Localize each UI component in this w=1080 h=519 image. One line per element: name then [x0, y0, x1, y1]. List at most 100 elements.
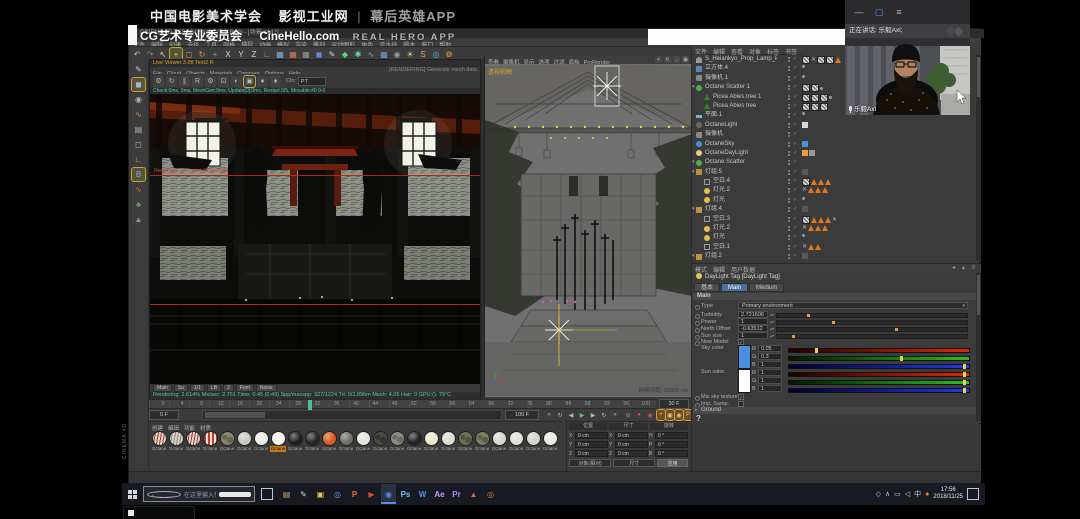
- enabled-check-icon[interactable]: ✓: [793, 121, 797, 130]
- channel-gradient-slider[interactable]: [788, 348, 970, 353]
- tag-icon[interactable]: [802, 75, 805, 78]
- live-viewer-title[interactable]: Live Viewer 3.08 Test2 R: [150, 60, 480, 67]
- cycle-button[interactable]: ↻: [599, 410, 609, 420]
- timeline-playhead[interactable]: [308, 400, 312, 410]
- tag-icon[interactable]: [802, 112, 805, 115]
- up-arrow-icon[interactable]: ▴: [960, 264, 967, 271]
- coordinate-field[interactable]: 0 cm: [615, 450, 648, 457]
- channel-gradient-slider[interactable]: [788, 380, 970, 385]
- tag-icon[interactable]: [802, 197, 805, 200]
- lv-lock-icon[interactable]: ⊡: [218, 76, 229, 87]
- visibility-dots-icon[interactable]: [788, 245, 790, 247]
- key-scale-toggle[interactable]: ▣: [666, 410, 674, 420]
- tag-list[interactable]: [802, 84, 823, 92]
- enabled-check-icon[interactable]: ✓: [793, 224, 797, 233]
- octane-tag-icon[interactable]: [815, 244, 821, 250]
- channel-value-field[interactable]: 1: [758, 361, 782, 368]
- visibility-dots-icon[interactable]: [788, 170, 790, 172]
- tag-list[interactable]: [802, 75, 805, 78]
- object-row[interactable]: OctaneDayLight ✓: [692, 149, 976, 158]
- coordinate-field[interactable]: 0 cm: [575, 450, 608, 457]
- channel-value-field[interactable]: 1: [758, 377, 782, 384]
- lv-region-icon[interactable]: ◐: [231, 76, 242, 87]
- tag-icon[interactable]: [802, 122, 808, 128]
- material-item[interactable]: Octane: [321, 431, 337, 452]
- param-slider[interactable]: [776, 320, 968, 325]
- material-item[interactable]: Octane: [542, 431, 558, 452]
- material-item[interactable]: Octane: [253, 431, 269, 452]
- enabled-check-icon[interactable]: ✓: [793, 215, 797, 224]
- visibility-dots-icon[interactable]: [788, 66, 790, 68]
- visibility-dots-icon[interactable]: [788, 235, 790, 237]
- material-item[interactable]: Octane: [287, 431, 303, 452]
- coordinate-field[interactable]: 0 °: [655, 441, 688, 448]
- param-slider[interactable]: [776, 327, 968, 332]
- lv-reset-icon[interactable]: R: [192, 76, 203, 87]
- attribute-scrollbar[interactable]: [976, 273, 981, 421]
- app-acrobat[interactable]: ▲: [466, 484, 481, 504]
- goto-start-button[interactable]: «: [544, 410, 554, 420]
- material-tag-icon[interactable]: [811, 84, 819, 92]
- coordinate-field[interactable]: 0 cm: [575, 432, 608, 439]
- back-arrow-icon[interactable]: ◂: [950, 264, 957, 271]
- coordinate-field[interactable]: 0 cm: [615, 432, 648, 439]
- lv-material-pick-icon[interactable]: ♦: [270, 76, 281, 87]
- kernel-dropdown[interactable]: PT: [298, 77, 326, 86]
- lv-options-gear-icon[interactable]: ⚙: [205, 76, 216, 87]
- object-row[interactable]: 空白.4 ✓: [692, 177, 976, 186]
- tag-list[interactable]: [802, 94, 832, 102]
- tag-list[interactable]: [802, 112, 805, 115]
- material-tag-icon[interactable]: [820, 94, 828, 102]
- type-dropdown[interactable]: Primary environment▾: [738, 302, 968, 309]
- menu-item[interactable]: 尺寸: [609, 423, 647, 430]
- enabled-check-icon[interactable]: ✓: [793, 102, 797, 111]
- param-value-field[interactable]: 1: [738, 318, 768, 325]
- material-item[interactable]: Octane: [525, 431, 541, 452]
- material-tag-icon[interactable]: [802, 103, 810, 111]
- attribute-tab[interactable]: Medium: [749, 283, 784, 292]
- coordinate-field[interactable]: 0 cm: [575, 441, 608, 448]
- material-item[interactable]: Octane: [151, 431, 167, 452]
- section-header[interactable]: Main: [693, 293, 980, 300]
- brush-tool-icon[interactable]: B: [132, 168, 145, 181]
- pass-tab[interactable]: 1/1: [190, 384, 205, 392]
- tag-list[interactable]: [802, 206, 808, 212]
- object-row[interactable]: ▾ Octane Scatter ✓: [692, 158, 976, 167]
- octane-tag-icon[interactable]: [808, 187, 814, 193]
- app-file-explorer[interactable]: ▣: [313, 484, 328, 504]
- object-row[interactable]: 空白.3 ✓ ✕: [692, 215, 976, 224]
- xref-tag-icon[interactable]: ✕: [802, 225, 807, 231]
- pass-tab[interactable]: Su: [174, 384, 188, 392]
- timeline-ruler[interactable]: 0481216202428323640444852566064687276808…: [149, 399, 656, 409]
- apply-button[interactable]: 应用: [657, 459, 688, 467]
- material-item[interactable]: Octane: [406, 431, 422, 452]
- channel-gradient-slider[interactable]: [788, 388, 970, 393]
- visibility-dots-icon[interactable]: [788, 217, 790, 219]
- tag-list[interactable]: [802, 141, 808, 147]
- param-slider[interactable]: [776, 313, 968, 318]
- record-keyframe-button[interactable]: ◉: [645, 410, 655, 420]
- app-word[interactable]: W: [415, 484, 430, 504]
- task-view-button[interactable]: [261, 488, 273, 500]
- material-tag-icon[interactable]: [826, 56, 834, 64]
- material-item[interactable]: Octane: [457, 431, 473, 452]
- visibility-dots-icon[interactable]: [788, 142, 790, 144]
- lv-restart-icon[interactable]: ↻: [166, 76, 177, 87]
- pen-tool-icon[interactable]: ✎: [132, 63, 145, 76]
- enabled-check-icon[interactable]: ✓: [793, 168, 797, 177]
- pass-tab[interactable]: Font: [236, 384, 254, 392]
- object-row[interactable]: OctaneLight ✓: [692, 121, 976, 130]
- material-item[interactable]: Octane: [491, 431, 507, 452]
- app-premiere[interactable]: Pr: [449, 484, 464, 504]
- step-forward-button[interactable]: ▶: [588, 410, 598, 420]
- material-item[interactable]: Octane: [372, 431, 388, 452]
- expand-arrow-icon[interactable]: ▾: [692, 158, 695, 167]
- tag-list[interactable]: [802, 234, 805, 237]
- channel-value-field[interactable]: 0.05: [758, 345, 782, 352]
- enabled-check-icon[interactable]: ✓: [793, 186, 797, 195]
- tag-icon[interactable]: [802, 141, 808, 147]
- channel-gradient-slider[interactable]: [788, 364, 970, 369]
- hidden-icons-chevron[interactable]: ∧: [885, 490, 890, 498]
- ground-section-header[interactable]: ▸Ground: [693, 407, 980, 414]
- goto-end-button[interactable]: »: [610, 410, 620, 420]
